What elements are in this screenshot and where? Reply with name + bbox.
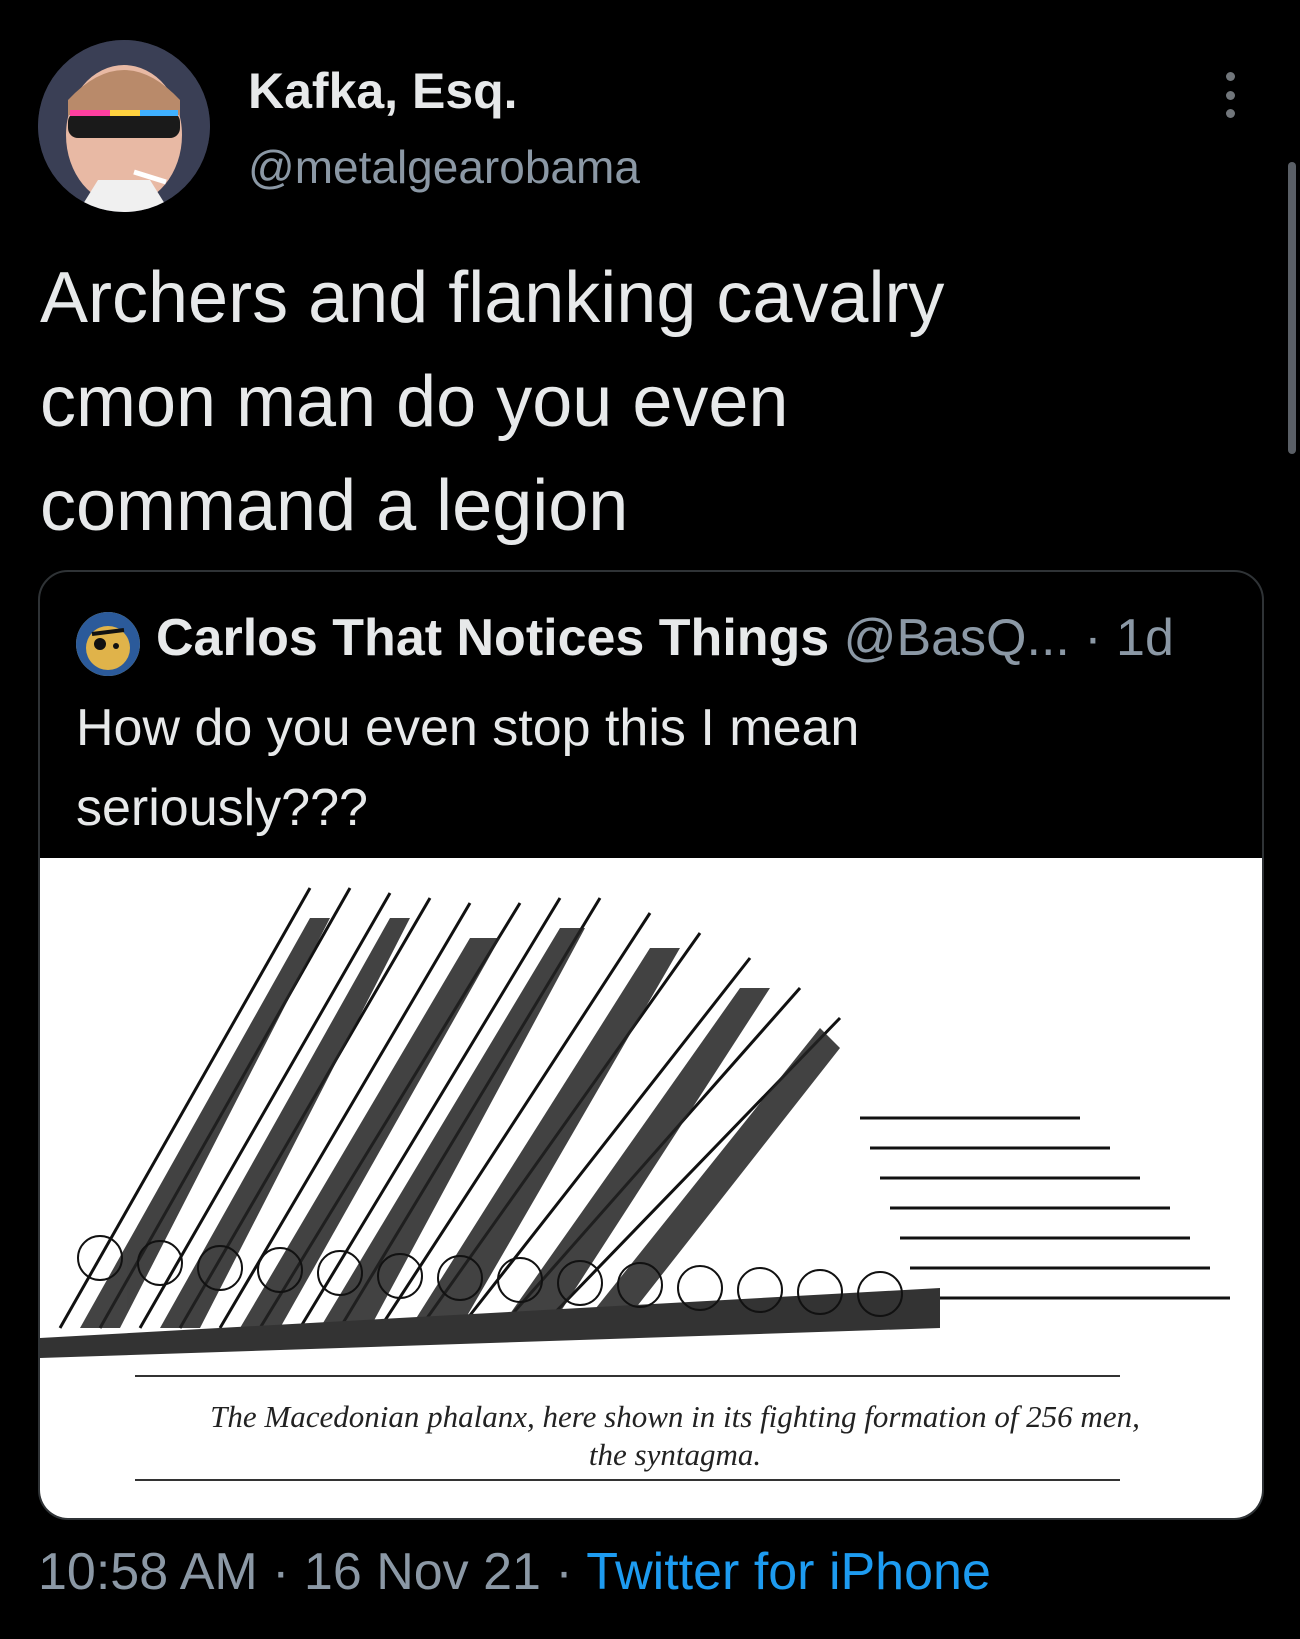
scrollbar[interactable]: [1288, 162, 1296, 454]
quoted-image[interactable]: The Macedonian phalanx, here shown in it…: [40, 858, 1262, 1518]
author-avatar[interactable]: [38, 40, 210, 212]
quoted-author-name[interactable]: Carlos That Notices Things: [156, 609, 829, 667]
quoted-text-line: seriously???: [76, 779, 368, 837]
author-display-name[interactable]: Kafka, Esq.: [248, 62, 518, 120]
quoted-tweet-text: How do you even stop this I mean serious…: [76, 688, 1216, 848]
quoted-avatar-illustration: [76, 612, 140, 676]
tweet-text: Archers and flanking cavalry cmon man do…: [40, 246, 1220, 558]
time-date: 10:58 AM · 16 Nov 21 ·: [38, 1543, 587, 1601]
tweet-text-line: command a legion: [40, 466, 629, 546]
more-options-icon[interactable]: [1222, 72, 1238, 118]
tweet-timestamp: 10:58 AM · 16 Nov 21 · Twitter for iPhon…: [38, 1542, 991, 1602]
tweet-text-line: cmon man do you even: [40, 362, 789, 442]
quoted-tweet[interactable]: Carlos That Notices Things @BasQ... · 1d…: [38, 570, 1264, 1520]
quoted-author-meta: @BasQ... · 1d: [829, 609, 1174, 667]
quoted-header: Carlos That Notices Things @BasQ... · 1d: [156, 608, 1174, 668]
caption-line: The Macedonian phalanx, here shown in it…: [210, 1399, 1140, 1434]
image-caption: The Macedonian phalanx, here shown in it…: [140, 1398, 1210, 1474]
author-handle[interactable]: @metalgearobama: [248, 140, 640, 194]
quoted-author-avatar: [76, 612, 140, 676]
source-link[interactable]: Twitter for iPhone: [586, 1543, 991, 1601]
tweet-text-line: Archers and flanking cavalry: [40, 258, 945, 338]
avatar-illustration: [38, 40, 210, 212]
quoted-text-line: How do you even stop this I mean: [76, 699, 860, 757]
caption-line: the syntagma.: [588, 1437, 762, 1472]
